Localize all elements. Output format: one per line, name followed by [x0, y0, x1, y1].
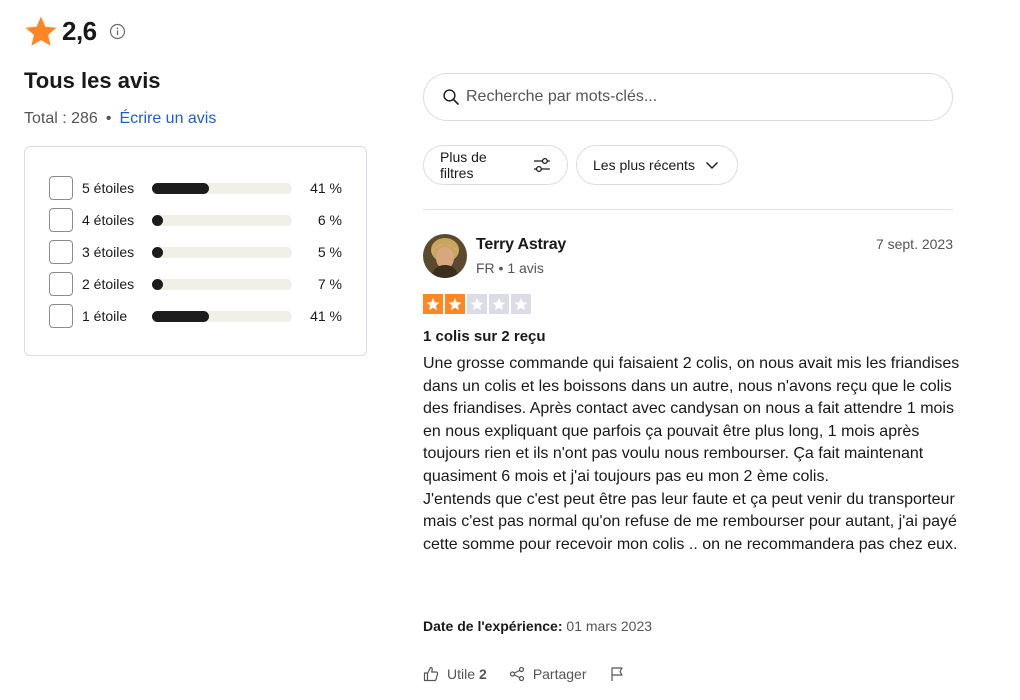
- distribution-bar: [152, 310, 292, 322]
- distribution-bar: [152, 214, 292, 226]
- experience-label: Date de l'expérience:: [423, 618, 563, 634]
- star-empty: [511, 294, 531, 314]
- distribution-bar-fill: [152, 214, 163, 226]
- filter-row-4-stars[interactable]: 4 étoiles 6 %: [49, 207, 342, 233]
- filter-label: 1 étoile: [82, 308, 128, 324]
- filter-row-3-stars[interactable]: 3 étoiles 5 %: [49, 239, 342, 265]
- checkbox[interactable]: [49, 208, 73, 232]
- filter-label: 3 étoiles: [82, 244, 135, 260]
- chevron-down-icon: [705, 162, 718, 169]
- filter-percent: 5 %: [317, 244, 342, 260]
- report-button[interactable]: [609, 666, 633, 682]
- write-review-link[interactable]: Écrire un avis: [119, 110, 216, 128]
- useful-button[interactable]: Utile 2: [423, 666, 487, 682]
- review-title: 1 colis sur 2 reçu: [423, 328, 546, 345]
- filter-row-1-star[interactable]: 1 étoile 41 %: [49, 303, 342, 329]
- search-box[interactable]: [423, 73, 953, 121]
- search-icon: [443, 89, 459, 105]
- sliders-icon: [534, 158, 551, 172]
- review-actions: Utile 2 Partager: [423, 666, 655, 682]
- avatar[interactable]: [423, 234, 467, 278]
- total-count: Total : 286: [24, 110, 98, 127]
- page-title: Tous les avis: [24, 68, 161, 93]
- useful-count: 2: [479, 666, 487, 682]
- filter-percent: 41 %: [310, 180, 342, 196]
- filter-percent: 41 %: [310, 308, 342, 324]
- filter-label: 4 étoiles: [82, 212, 135, 228]
- distribution-bar: [152, 182, 292, 194]
- avatar-photo: [423, 234, 467, 278]
- checkbox[interactable]: [49, 272, 73, 296]
- flag-icon: [610, 667, 623, 681]
- filter-label: 5 étoiles: [82, 180, 135, 196]
- star-empty: [489, 294, 509, 314]
- checkbox[interactable]: [49, 176, 73, 200]
- distribution-bar-fill: [152, 278, 163, 290]
- total-line: Total : 286 • Écrire un avis: [24, 110, 216, 128]
- star-icon: [448, 298, 462, 311]
- distribution-bar-fill: [152, 182, 210, 194]
- share-button[interactable]: Partager: [509, 666, 587, 682]
- reviewer-name[interactable]: Terry Astray: [476, 236, 566, 254]
- rating-score: 2,6: [62, 15, 97, 46]
- distribution-bar-fill: [152, 310, 210, 322]
- experience-date: Date de l'expérience: 01 mars 2023: [423, 618, 652, 634]
- distribution-bar-fill: [152, 246, 163, 258]
- sort-dropdown[interactable]: Les plus récents: [576, 145, 738, 185]
- reviewer-meta: FR • 1 avis: [476, 260, 544, 276]
- review-body: Une grosse commande qui faisaient 2 coli…: [423, 355, 960, 553]
- rating-header: 2,6: [24, 14, 126, 48]
- star-icon: [492, 298, 506, 311]
- sort-label: Les plus récents: [593, 157, 695, 173]
- star-empty: [467, 294, 487, 314]
- more-filters-label: Plus de filtres: [440, 149, 487, 181]
- filter-row-5-stars[interactable]: 5 étoiles 41 %: [49, 175, 342, 201]
- distribution-bar: [152, 246, 292, 258]
- useful-label: Utile: [447, 666, 476, 682]
- filter-percent: 6 %: [317, 212, 342, 228]
- checkbox[interactable]: [49, 240, 73, 264]
- experience-value: 01 mars 2023: [566, 618, 653, 634]
- info-icon[interactable]: [109, 23, 126, 40]
- star-filled: [445, 294, 465, 314]
- star-icon: [426, 298, 440, 311]
- thumbs-up-icon: [423, 666, 439, 682]
- reviews-page: 2,6 Tous les avis Total : 286 • Écrire u…: [0, 0, 1020, 700]
- more-filters-button[interactable]: Plus de filtres: [423, 145, 568, 185]
- checkbox[interactable]: [49, 304, 73, 328]
- search-input[interactable]: [466, 88, 926, 106]
- divider: [423, 209, 953, 210]
- separator-dot: •: [105, 110, 112, 127]
- star-icon: [25, 16, 57, 46]
- filter-label: 2 étoiles: [82, 276, 135, 292]
- star-icon: [514, 298, 528, 311]
- share-label: Partager: [532, 666, 587, 682]
- star-icon: [470, 298, 484, 311]
- share-icon: [509, 666, 524, 682]
- review-date: 7 sept. 2023: [875, 236, 953, 252]
- distribution-bar: [152, 278, 292, 290]
- filter-percent: 7 %: [317, 276, 342, 292]
- filter-row-2-stars[interactable]: 2 étoiles 7 %: [49, 271, 342, 297]
- star-filter-panel: 5 étoiles 41 % 4 étoiles 6 % 3 étoiles 5…: [24, 146, 367, 356]
- star-filled: [423, 294, 443, 314]
- review-star-rating: [423, 294, 531, 314]
